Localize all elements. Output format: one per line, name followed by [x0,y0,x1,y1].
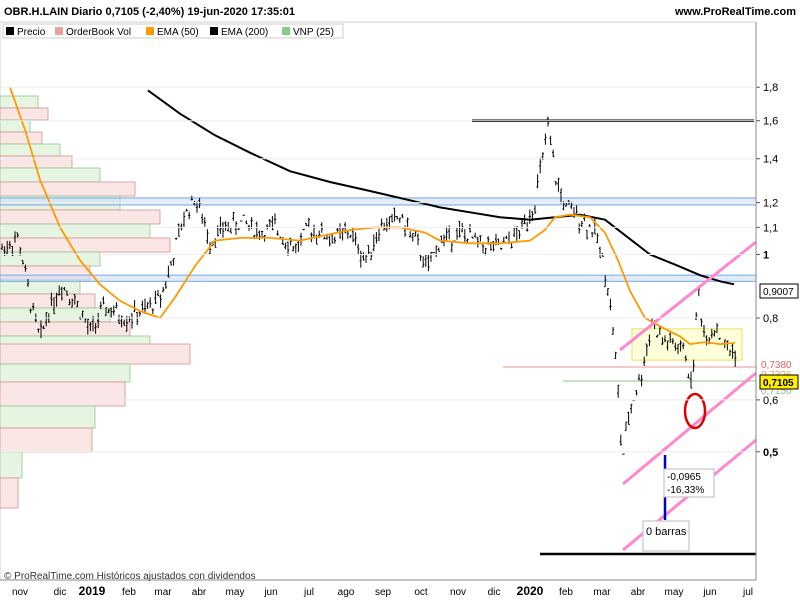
volume-profile-bar-7 [0,181,136,197]
chart-title: OBR.H.LAIN Diario 0,7105 (-2,40%) 19-jun… [4,6,295,18]
ytick-label-1: 1,6 [763,116,778,128]
volume-profile-bar-17 [0,321,131,337]
flag-ema200-text: 0,9007 [763,287,794,298]
legend-swatch-0 [6,27,14,35]
xtick-label-18: may [665,587,684,598]
xtick-label-13: dic [488,587,501,598]
xtick-label-8: jul [303,587,314,598]
volume-profile-bar-25 [0,477,19,509]
volume-profile-bar-1 [0,107,49,121]
volume-profile-bar-23 [0,427,93,453]
ytick-label-3: 1,2 [763,198,778,210]
sr-band-0 [0,197,757,206]
volume-profile-bar-3 [0,131,43,145]
bars-count: 0 barras [646,526,687,538]
plot-area [0,21,757,581]
measure-change-pct: -16,33% [667,485,704,496]
volume-profile-bar-15 [0,293,96,309]
xtick-label-6: may [226,587,245,598]
website-label[interactable]: www.ProRealTime.com [674,6,796,18]
ytick-label-5: 1 [763,250,769,262]
xtick-label-11: oct [414,587,428,598]
volume-profile-bar-21 [0,381,126,407]
volume-profile-bar-19 [0,343,191,365]
volume-profile-bar-22 [0,405,96,429]
xtick-label-0: nov [12,587,28,598]
stock-chart[interactable]: OBR.H.LAIN Diario 0,7105 (-2,40%) 19-jun… [0,0,800,600]
xtick-label-17: abr [631,587,646,598]
measure-change: -0,0965 [667,472,701,483]
xtick-label-7: jun [263,587,277,598]
xtick-label-12: nov [450,587,466,598]
xtick-label-4: mar [154,587,172,598]
footer-text: © ProRealTime.com Históricos ajustados c… [4,571,256,582]
ytick-label-4: 1,1 [763,222,778,234]
xtick-label-20: jul [742,587,753,598]
sr-band-1 [0,274,757,282]
ytick-label-6: 0,8 [763,313,778,325]
xtick-label-2: 2019 [79,584,106,598]
volume-profile-bar-24 [0,451,23,479]
legend-label-3: EMA (200) [221,27,268,38]
volume-profile-bar-10 [0,223,151,239]
flag-current-text: 0,7105 [763,378,794,389]
xtick-label-1: dic [54,587,67,598]
xtick-label-5: abr [192,587,207,598]
ytick-label-2: 1,4 [763,154,778,166]
legend-label-0: Precio [17,27,46,38]
volume-profile-bar-20 [0,363,131,383]
legend-label-2: EMA (50) [157,27,199,38]
volume-profile-bar-9 [0,209,161,225]
xtick-label-16: mar [593,587,611,598]
legend-swatch-2 [146,27,154,35]
ytick-label-8: 0,5 [763,447,778,459]
legend-swatch-3 [210,27,218,35]
legend-swatch-4 [282,27,290,35]
ytick-label-0: 1,8 [763,82,778,94]
volume-profile-bar-6 [0,167,101,183]
volume-profile-bar-0 [0,95,39,109]
xtick-label-9: ago [338,587,355,598]
legend-label-4: VNP (25) [293,27,334,38]
legend: Precio OrderBook Vol EMA (50) EMA (200) VNP … [2,23,344,39]
xtick-label-15: feb [559,587,573,598]
legend-label-1: OrderBook Vol [66,27,131,38]
xtick-label-14: 2020 [517,584,544,598]
xtick-label-3: feb [122,587,136,598]
volume-profile-bar-14 [0,279,81,295]
legend-swatch-1 [55,27,63,35]
xtick-label-10: sep [375,587,392,598]
xtick-label-19: jun [702,587,716,598]
volume-profile-bar-11 [0,237,171,253]
